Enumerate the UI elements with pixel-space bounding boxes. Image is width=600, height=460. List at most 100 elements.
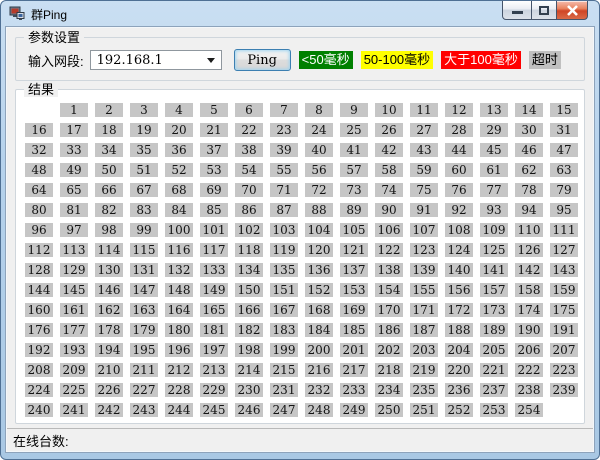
host-cell-71: 71 [270,183,298,197]
host-cell-57: 57 [340,163,368,177]
host-cell-36: 36 [165,143,193,157]
host-cell-44: 44 [445,143,473,157]
host-cell-11: 11 [410,103,438,117]
host-cell-196: 196 [165,343,193,357]
host-cell-21: 21 [200,123,228,137]
host-cell-106: 106 [375,223,403,237]
host-cell-108: 108 [445,223,473,237]
host-cell-54: 54 [235,163,263,177]
host-cell-98: 98 [95,223,123,237]
host-cell-109: 109 [480,223,508,237]
host-cell-134: 134 [235,263,263,277]
params-group-title: 参数设置 [24,30,84,45]
host-cell-85: 85 [200,203,228,217]
host-cell-175: 175 [550,303,578,317]
host-cell-80: 80 [25,203,53,217]
host-cell-6: 6 [235,103,263,117]
host-cell-228: 228 [165,383,193,397]
host-cell-25: 25 [340,123,368,137]
host-cell-46: 46 [515,143,543,157]
host-cell-14: 14 [515,103,543,117]
host-cell-192: 192 [25,343,53,357]
host-cell-43: 43 [410,143,438,157]
host-cell-237: 237 [480,383,508,397]
host-cell-153: 153 [340,283,368,297]
host-cell-68: 68 [165,183,193,197]
host-cell-179: 179 [130,323,158,337]
host-cell-30: 30 [515,123,543,137]
legend-50-100ms: 50-100毫秒 [361,51,433,69]
result-grid: 1234567891011121314151617181920212223242… [25,103,578,417]
host-cell-245: 245 [200,403,228,417]
ping-button[interactable]: Ping [234,49,291,71]
host-cell-233: 233 [340,383,368,397]
host-cell-34: 34 [95,143,123,157]
host-cell-146: 146 [95,283,123,297]
results-group-title: 结果 [24,82,58,97]
host-cell-69: 69 [200,183,228,197]
host-cell-218: 218 [375,363,403,377]
host-cell-26: 26 [375,123,403,137]
host-cell-242: 242 [95,403,123,417]
host-cell-66: 66 [95,183,123,197]
host-cell-113: 113 [60,243,88,257]
host-cell-24: 24 [305,123,333,137]
host-cell-82: 82 [95,203,123,217]
host-cell-182: 182 [235,323,263,337]
host-cell-7: 7 [270,103,298,117]
host-cell-10: 10 [375,103,403,117]
host-cell-40: 40 [305,143,333,157]
host-cell-56: 56 [305,163,333,177]
host-cell-170: 170 [375,303,403,317]
host-cell-127: 127 [550,243,578,257]
host-cell-51: 51 [130,163,158,177]
host-cell-189: 189 [480,323,508,337]
host-cell-165: 165 [200,303,228,317]
host-cell-72: 72 [305,183,333,197]
host-cell-50: 50 [95,163,123,177]
host-cell-73: 73 [340,183,368,197]
host-cell-249: 249 [340,403,368,417]
host-cell-91: 91 [410,203,438,217]
host-cell-243: 243 [130,403,158,417]
host-cell-32: 32 [25,143,53,157]
host-cell-9: 9 [340,103,368,117]
host-cell-173: 173 [480,303,508,317]
host-cell-247: 247 [270,403,298,417]
titlebar[interactable]: 群Ping [1,1,599,27]
close-button[interactable] [556,0,588,20]
host-cell-152: 152 [305,283,333,297]
host-cell-159: 159 [550,283,578,297]
host-cell-193: 193 [60,343,88,357]
host-cell-212: 212 [165,363,193,377]
minimize-button[interactable] [502,0,532,20]
host-cell-31: 31 [550,123,578,137]
host-cell-180: 180 [165,323,193,337]
host-cell-103: 103 [270,223,298,237]
host-cell-110: 110 [515,223,543,237]
host-cell-42: 42 [375,143,403,157]
host-cell-199: 199 [270,343,298,357]
network-segment-combobox[interactable]: 192.168.1 [90,50,222,70]
host-cell-100: 100 [165,223,193,237]
host-cell-186: 186 [375,323,403,337]
host-cell-178: 178 [95,323,123,337]
host-cell-251: 251 [410,403,438,417]
legend-over-100ms: 大于100毫秒 [441,51,521,69]
host-cell-39: 39 [270,143,298,157]
host-cell-176: 176 [25,323,53,337]
maximize-button[interactable] [531,0,557,20]
host-cell-241: 241 [60,403,88,417]
host-cell-174: 174 [515,303,543,317]
host-cell-123: 123 [410,243,438,257]
host-cell-253: 253 [480,403,508,417]
host-cell-139: 139 [410,263,438,277]
host-cell-78: 78 [515,183,543,197]
host-cell-171: 171 [410,303,438,317]
host-cell-138: 138 [375,263,403,277]
host-cell-92: 92 [445,203,473,217]
host-cell-4: 4 [165,103,193,117]
host-cell-250: 250 [375,403,403,417]
statusbar: 在线台数: [7,428,593,451]
params-groupbox: 参数设置 输入网段: 192.168.1 Ping <50毫秒50-100毫秒大… [15,37,585,81]
